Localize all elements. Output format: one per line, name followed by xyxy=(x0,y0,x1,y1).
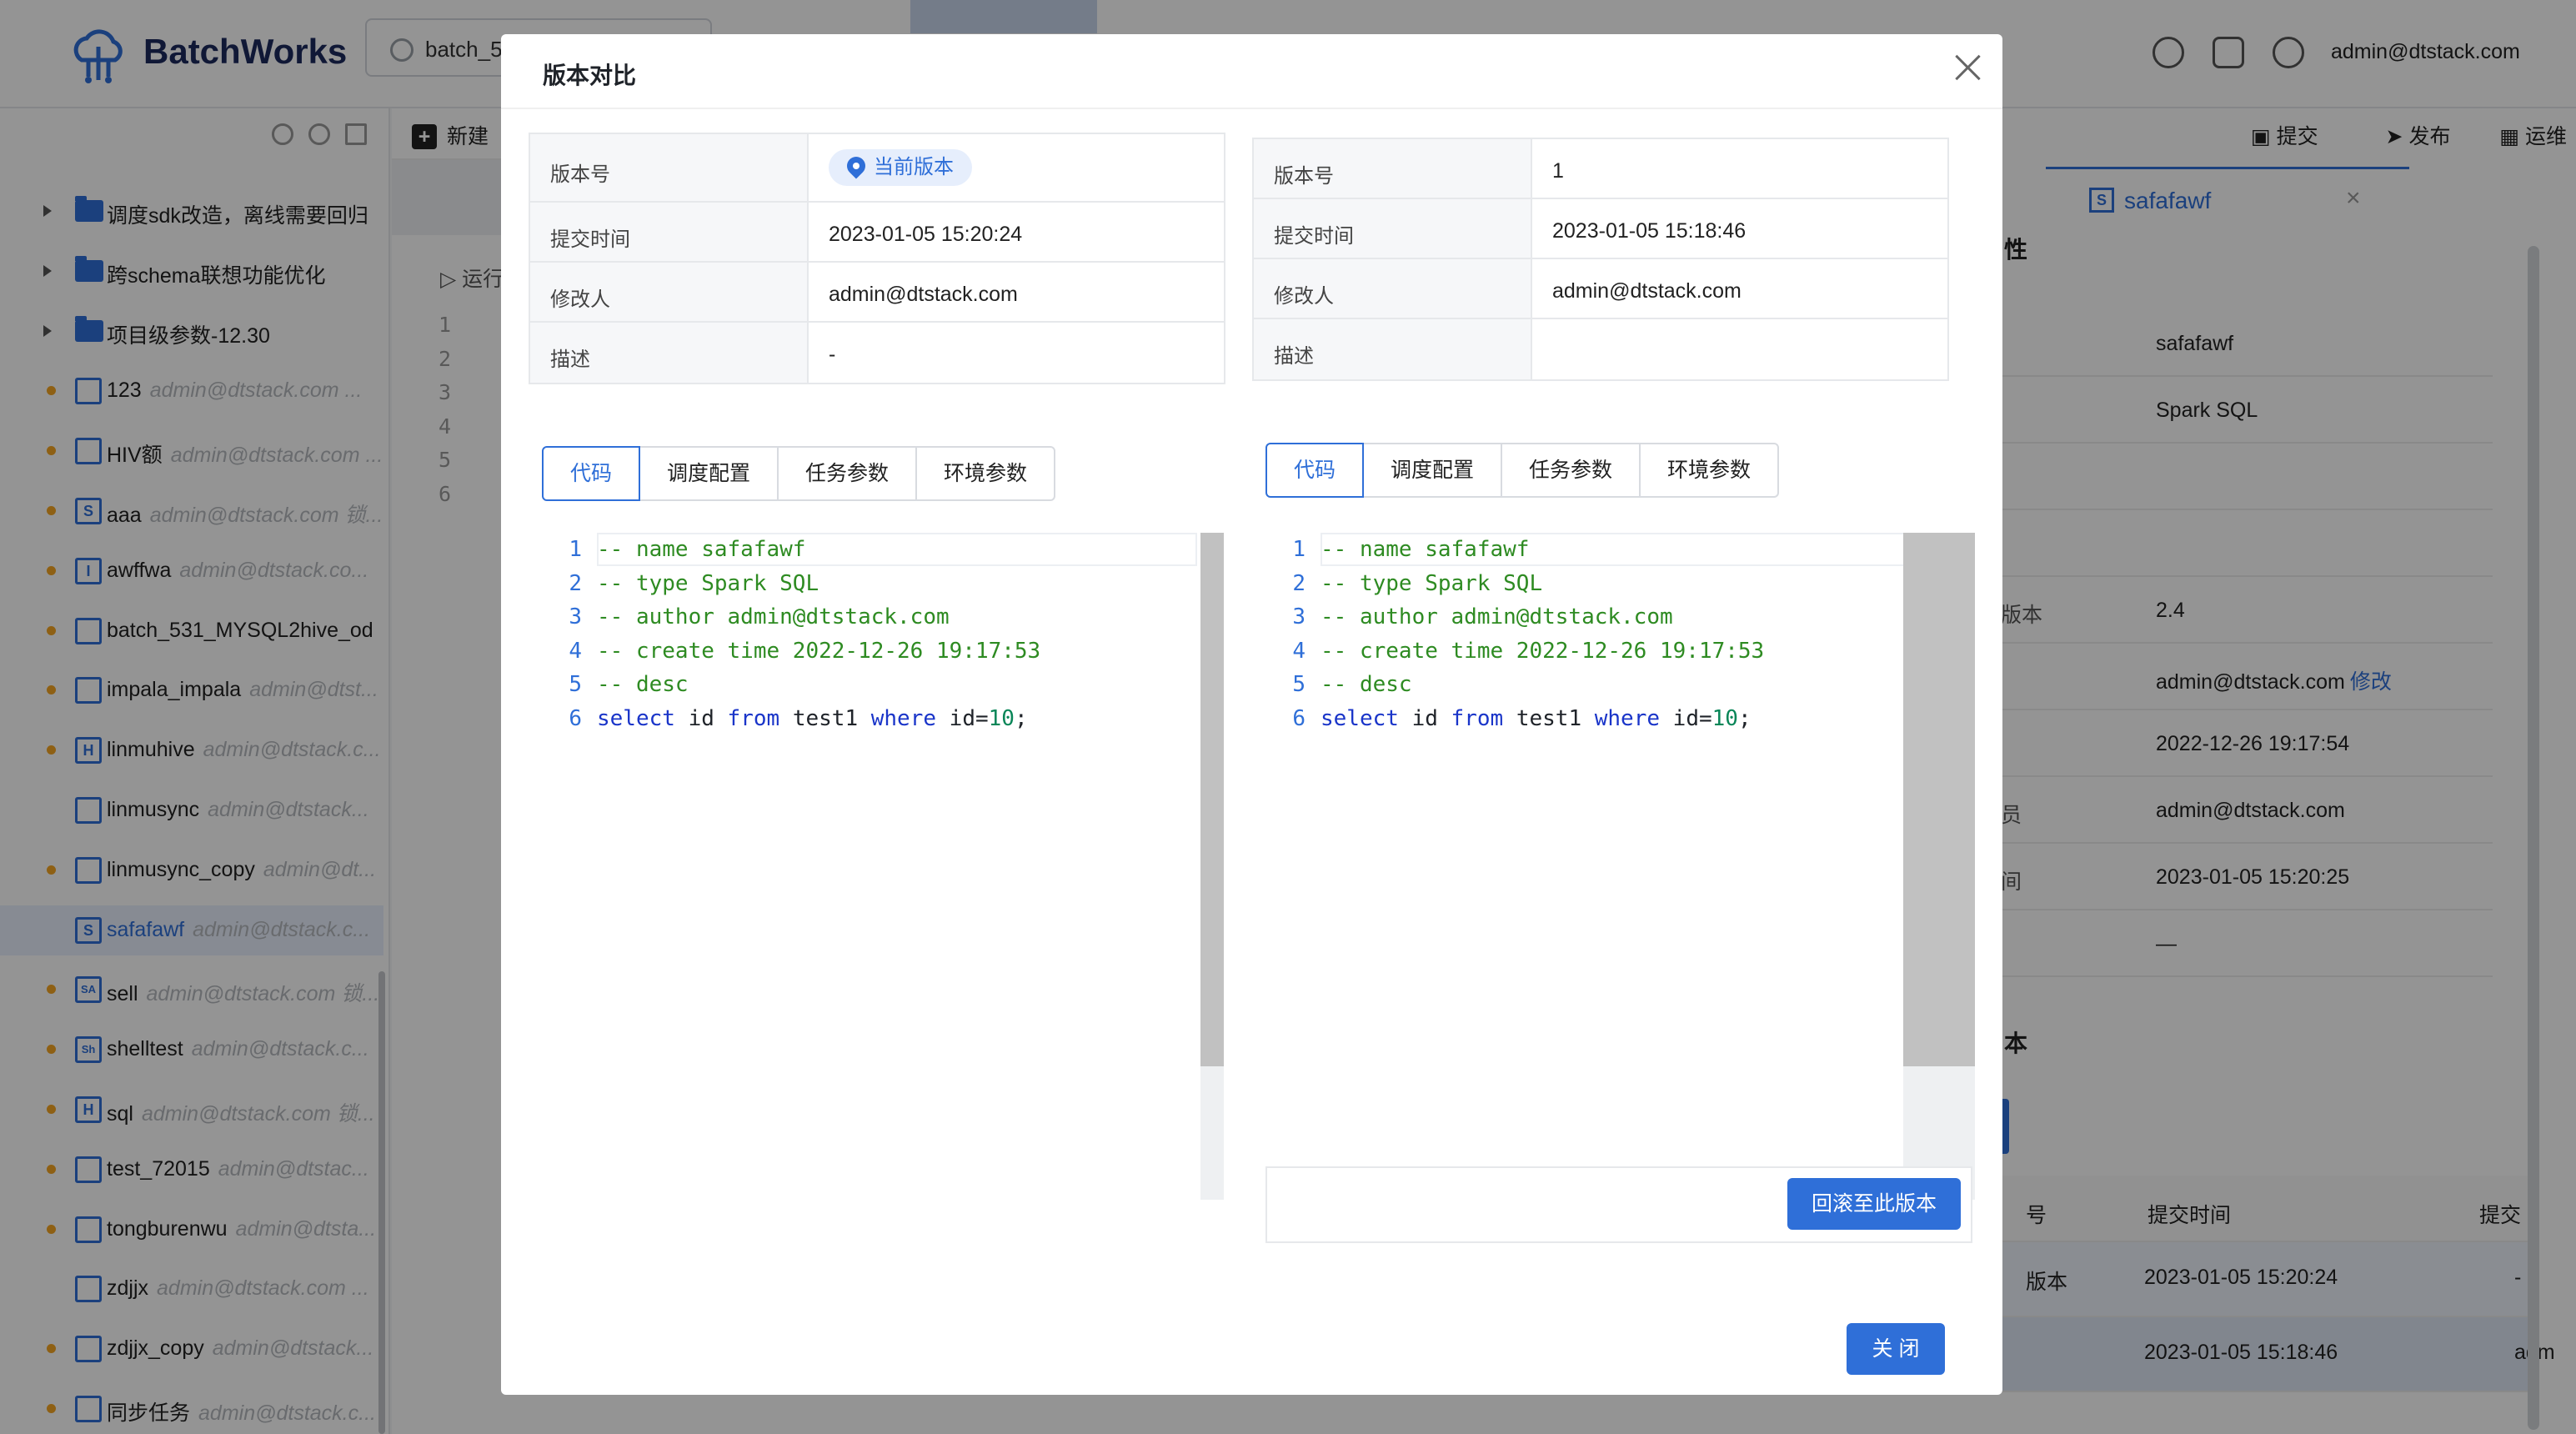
info-row-submit-time: 提交时间 2023-01-05 15:18:46 xyxy=(1254,199,1947,259)
tab-env-params[interactable]: 环境参数 xyxy=(1639,443,1780,498)
history-version-panel: 版本号 1 提交时间 2023-01-05 15:18:46 修改人 admin… xyxy=(1252,138,1975,1288)
label-version: 版本号 xyxy=(530,134,809,201)
code-line: 5 -- desc xyxy=(542,668,1175,701)
label-version: 版本号 xyxy=(1254,139,1532,198)
value-modifier: admin@dtstack.com xyxy=(1552,279,1742,303)
code-text: -- desc xyxy=(597,672,689,697)
value-version: 当前版本 xyxy=(829,149,972,194)
right-segment-tabs: 代码 调度配置 任务参数 环境参数 xyxy=(1265,443,1780,498)
line-number: 1 xyxy=(1292,537,1306,562)
code-text: select id from test1 where id=10; xyxy=(1321,705,1752,731)
code-line: 5 -- desc xyxy=(1265,668,1899,701)
label-desc: 描述 xyxy=(530,323,809,383)
code-line: 2 -- type Spark SQL xyxy=(1265,567,1899,600)
code-text: -- name safafawf xyxy=(597,537,806,562)
info-row-desc: 描述 - xyxy=(530,323,1224,383)
modal-divider xyxy=(501,108,2002,109)
value-version: 1 xyxy=(1552,159,1564,183)
info-row-desc: 描述 xyxy=(1254,319,1947,379)
line-number: 4 xyxy=(569,638,582,664)
code-line: 1 -- name safafawf xyxy=(1265,533,1899,566)
left-scroll-thumb[interactable] xyxy=(1200,533,1224,1066)
code-line: 6 select id from test1 where id=10; xyxy=(1265,702,1899,735)
line-number: 5 xyxy=(569,672,582,697)
code-line: 3 -- author admin@dtstack.com xyxy=(542,600,1175,634)
line-number: 6 xyxy=(569,705,582,731)
code-line: 4 -- create time 2022-12-26 19:17:53 xyxy=(542,634,1175,668)
tab-schedule[interactable]: 调度配置 xyxy=(1362,443,1503,498)
value-desc: - xyxy=(829,343,836,366)
right-code-view: 1 -- name safafawf 2 -- type Spark SQL 3 -- a… xyxy=(1265,533,1949,1200)
close-icon[interactable] xyxy=(1948,48,1988,88)
line-number: 6 xyxy=(1292,705,1306,731)
label-modifier: 修改人 xyxy=(1254,259,1532,318)
location-pin-icon xyxy=(843,153,870,179)
current-version-tag: 当前版本 xyxy=(829,149,972,186)
tab-schedule[interactable]: 调度配置 xyxy=(639,446,779,501)
tab-code[interactable]: 代码 xyxy=(542,446,641,501)
line-number: 1 xyxy=(569,537,582,562)
line-number: 5 xyxy=(1292,672,1306,697)
code-line: 1 -- name safafawf xyxy=(542,533,1175,566)
current-version-panel: 版本号 当前版本 提交时间 2023-01-05 15:20:24 修改人 ad… xyxy=(529,133,1225,1283)
info-row-submit-time: 提交时间 2023-01-05 15:20:24 xyxy=(530,203,1224,263)
line-number: 3 xyxy=(569,604,582,629)
rollback-button[interactable]: 回滚至此版本 xyxy=(1787,1178,1961,1230)
code-line: 2 -- type Spark SQL xyxy=(542,567,1175,600)
right-code-scrollbar[interactable] xyxy=(1903,533,1975,1200)
left-code-view: 1 -- name safafawf 2 -- type Spark SQL 3 -- a… xyxy=(542,533,1225,1200)
code-text: -- author admin@dtstack.com xyxy=(1321,604,1673,629)
code-text: -- type Spark SQL xyxy=(597,570,819,596)
code-line: 6 select id from test1 where id=10; xyxy=(542,702,1175,735)
current-version-label: 当前版本 xyxy=(874,156,954,178)
line-number: 3 xyxy=(1292,604,1306,629)
code-line: 3 -- author admin@dtstack.com xyxy=(1265,600,1899,634)
left-code-scrollbar[interactable] xyxy=(1200,533,1224,1200)
info-row-modifier: 修改人 admin@dtstack.com xyxy=(1254,259,1947,319)
tab-env-params[interactable]: 环境参数 xyxy=(915,446,1056,501)
tab-task-params[interactable]: 任务参数 xyxy=(777,446,918,501)
version-compare-modal: 版本对比 版本号 当前版本 提交时间 2023-01-05 15:20:24 修… xyxy=(501,34,2002,1395)
label-submit-time: 提交时间 xyxy=(1254,199,1532,258)
tab-task-params[interactable]: 任务参数 xyxy=(1501,443,1641,498)
value-submit-time: 2023-01-05 15:18:46 xyxy=(1552,219,1747,243)
label-modifier: 修改人 xyxy=(530,263,809,321)
line-number: 2 xyxy=(1292,570,1306,596)
code-text: -- author admin@dtstack.com xyxy=(597,604,950,629)
tab-code[interactable]: 代码 xyxy=(1265,443,1365,498)
info-row-modifier: 修改人 admin@dtstack.com xyxy=(530,263,1224,323)
line-number: 4 xyxy=(1292,638,1306,664)
code-text: select id from test1 where id=10; xyxy=(597,705,1028,731)
info-row-version: 版本号 1 xyxy=(1254,139,1947,199)
code-line: 4 -- create time 2022-12-26 19:17:53 xyxy=(1265,634,1899,668)
code-text: -- type Spark SQL xyxy=(1321,570,1543,596)
history-version-info: 版本号 1 提交时间 2023-01-05 15:18:46 修改人 admin… xyxy=(1252,138,1949,381)
right-scroll-thumb[interactable] xyxy=(1903,533,1975,1066)
line-number: 2 xyxy=(569,570,582,596)
code-text: -- desc xyxy=(1321,672,1412,697)
label-desc: 描述 xyxy=(1254,319,1532,379)
close-button[interactable]: 关 闭 xyxy=(1847,1323,1945,1375)
code-text: -- create time 2022-12-26 19:17:53 xyxy=(597,638,1041,664)
left-segment-tabs: 代码 调度配置 任务参数 环境参数 xyxy=(542,446,1056,501)
modal-title: 版本对比 xyxy=(543,63,637,88)
rollback-bar: 回滚至此版本 xyxy=(1265,1166,1972,1243)
code-text: -- create time 2022-12-26 19:17:53 xyxy=(1321,638,1765,664)
code-text: -- name safafawf xyxy=(1321,537,1530,562)
current-version-info: 版本号 当前版本 提交时间 2023-01-05 15:20:24 修改人 ad… xyxy=(529,133,1225,384)
value-submit-time: 2023-01-05 15:20:24 xyxy=(829,223,1023,246)
value-modifier: admin@dtstack.com xyxy=(829,283,1018,306)
label-submit-time: 提交时间 xyxy=(530,203,809,261)
info-row-version: 版本号 当前版本 xyxy=(530,134,1224,203)
